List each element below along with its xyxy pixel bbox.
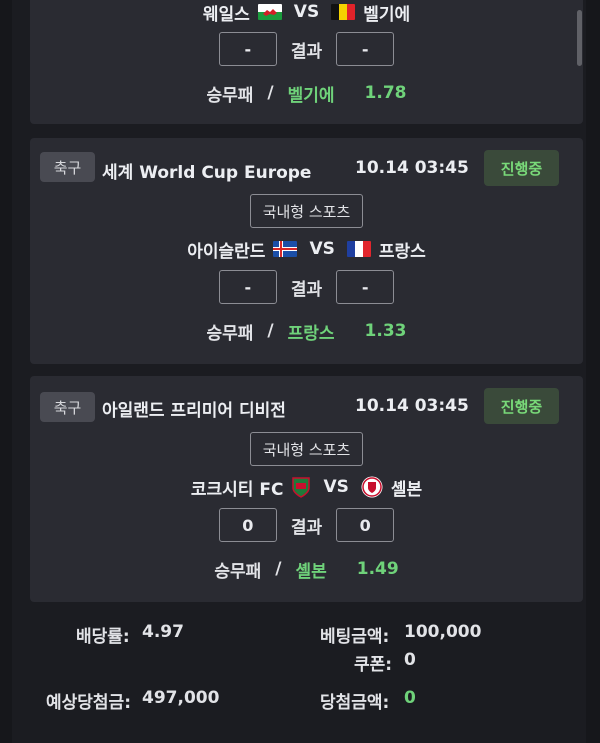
match-time: 10.14 03:45 xyxy=(355,396,469,416)
status-badge: 진행중 xyxy=(484,388,559,424)
sport-badge: 축구 xyxy=(40,152,95,182)
away-team: 프랑스 xyxy=(378,241,426,262)
pick-type-label: 승무패 xyxy=(206,85,254,106)
pick-type-label: 승무패 xyxy=(214,561,262,582)
france-flag-icon xyxy=(346,241,371,257)
home-team: 웨일스 xyxy=(202,4,250,25)
scrollbar[interactable] xyxy=(577,10,582,66)
score-row: 0 결과 0 xyxy=(30,508,583,542)
pick-type-label: 승무패 xyxy=(206,323,254,344)
belgium-flag-icon xyxy=(331,4,356,20)
pick-odds: 1.49 xyxy=(356,559,399,579)
sport-badge: 축구 xyxy=(40,392,95,422)
bet-amount-value: 100,000 xyxy=(404,622,482,642)
win-amount-value: 0 xyxy=(404,688,416,708)
expected-win-label: 예상당첨금: xyxy=(46,693,131,713)
away-team: 셸본 xyxy=(390,479,423,500)
result-label: 결과 xyxy=(290,517,323,538)
coupon-label: 쿠폰: xyxy=(354,655,393,675)
league-name: 세계 World Cup Europe xyxy=(102,163,312,183)
vs-label: VS xyxy=(309,239,335,259)
pick-separator: / xyxy=(275,559,282,579)
away-score-box: 0 xyxy=(336,508,395,542)
picked-team: 셸본 xyxy=(295,561,327,582)
home-score-box: 0 xyxy=(218,508,277,542)
bet-slip-panel: 웨일스 VS 벨기에 - 결과 - 승무패 / 벨기에 1.78 축구 세계 W… xyxy=(12,0,586,743)
picked-team: 벨기에 xyxy=(287,85,335,106)
vs-label: VS xyxy=(293,2,320,22)
score-row: - 결과 - xyxy=(30,32,583,66)
expected-win-value: 497,000 xyxy=(142,688,220,708)
pick-row: 승무패 / 프랑스 1.33 xyxy=(30,318,583,344)
result-label: 결과 xyxy=(290,41,323,62)
pick-row: 승무패 / 벨기에 1.78 xyxy=(30,80,583,106)
result-label: 결과 xyxy=(290,279,323,300)
pick-odds: 1.78 xyxy=(364,83,407,103)
bet-summary: 배당률: 4.97 베팅금액: 100,000 쿠폰: 0 예상당첨금: 497… xyxy=(12,618,586,728)
home-score-box: - xyxy=(218,270,277,304)
bet-amount-label: 베팅금액: xyxy=(320,627,390,647)
teams-row: 코크시티 FC VS 셸본 xyxy=(30,474,583,500)
picked-team: 프랑스 xyxy=(287,323,335,344)
type-row: 국내형 스포츠 xyxy=(30,432,583,466)
score-row: - 결과 - xyxy=(30,270,583,304)
odds-value: 4.97 xyxy=(142,622,184,642)
match-card-2: 축구 세계 World Cup Europe 10.14 03:45 진행중 국… xyxy=(30,138,583,364)
pick-separator: / xyxy=(267,321,274,341)
away-score-box: - xyxy=(336,270,395,304)
home-score-box: - xyxy=(218,32,277,66)
home-team: 코크시티 FC xyxy=(190,479,284,500)
pick-separator: / xyxy=(267,83,274,103)
away-team: 벨기에 xyxy=(363,4,411,25)
match-time: 10.14 03:45 xyxy=(355,158,469,178)
pick-row: 승무패 / 셸본 1.49 xyxy=(30,556,583,582)
bet-type-box: 국내형 스포츠 xyxy=(249,194,364,228)
cork-city-crest-icon xyxy=(291,476,311,498)
home-team: 아이슬란드 xyxy=(187,241,266,262)
iceland-flag-icon xyxy=(273,241,298,257)
shelbourne-crest-icon xyxy=(361,476,383,498)
status-badge: 진행중 xyxy=(484,150,559,186)
win-amount-label: 당첨금액: xyxy=(320,693,390,713)
match-card-3: 축구 아일랜드 프리미어 디비전 10.14 03:45 진행중 국내형 스포츠… xyxy=(30,376,583,602)
odds-label: 배당률: xyxy=(76,627,130,647)
vs-label: VS xyxy=(323,477,349,497)
pick-odds: 1.33 xyxy=(364,321,407,341)
away-score-box: - xyxy=(336,32,395,66)
league-name: 아일랜드 프리미어 디비전 xyxy=(102,401,286,421)
wales-flag-icon xyxy=(257,4,282,20)
teams-row: 아이슬란드 VS 프랑스 xyxy=(30,236,583,262)
match-card-1: 웨일스 VS 벨기에 - 결과 - 승무패 / 벨기에 1.78 xyxy=(30,0,583,124)
teams-row: 웨일스 VS 벨기에 xyxy=(30,0,583,25)
bet-type-box: 국내형 스포츠 xyxy=(249,432,364,466)
coupon-value: 0 xyxy=(404,650,416,670)
type-row: 국내형 스포츠 xyxy=(30,194,583,228)
